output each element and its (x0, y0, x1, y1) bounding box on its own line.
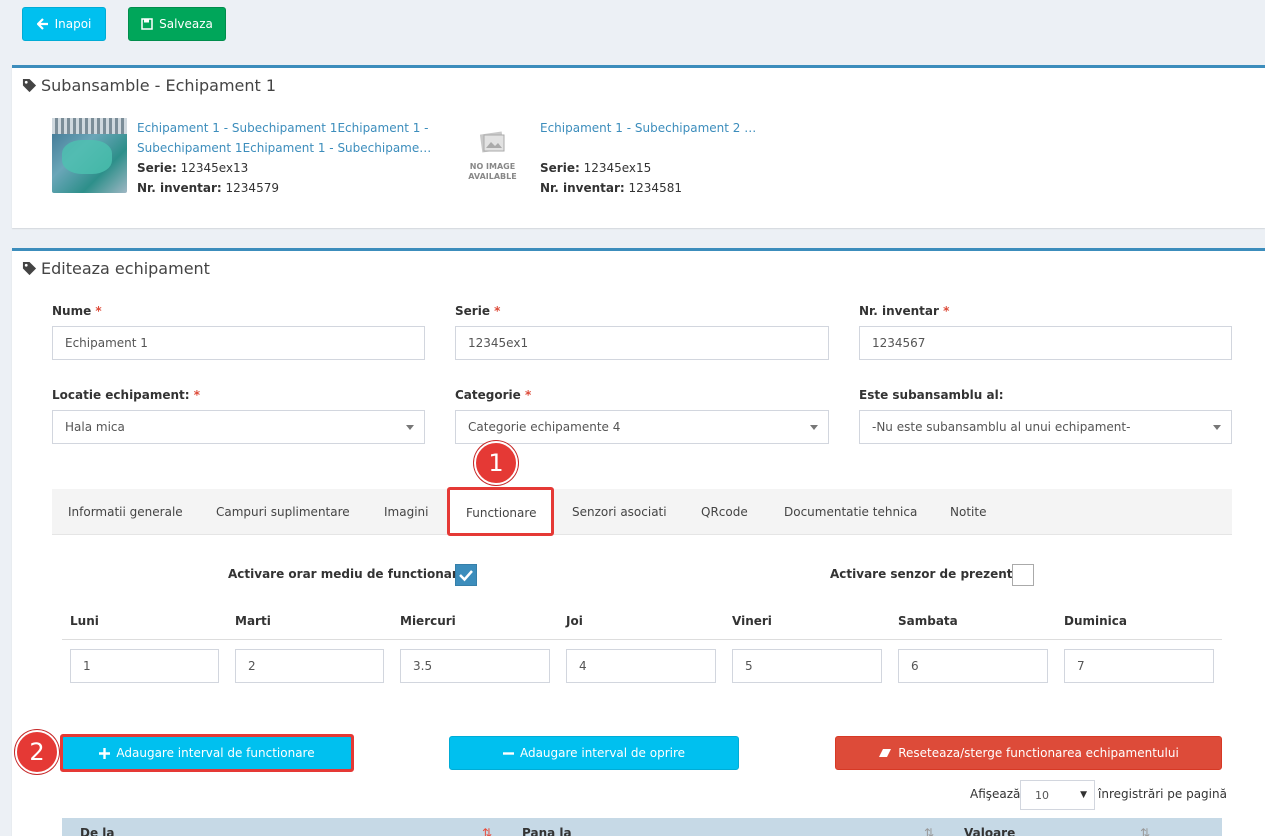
day-label-vineri: Vineri (732, 614, 772, 628)
senzor-checkbox[interactable] (1012, 564, 1034, 586)
subansamblu-select[interactable]: -Nu este subansamblu al unui echipament- (859, 410, 1232, 444)
subassemblies-title: Subansamble - Echipament 1 (22, 76, 276, 95)
tab-notite[interactable]: Notite (950, 489, 986, 535)
tag-icon (22, 78, 37, 93)
categorie-select[interactable]: Categorie echipamente 4 (455, 410, 829, 444)
per-page-label: înregistrări pe pagină (1098, 787, 1227, 801)
nume-input[interactable]: Echipament 1 (52, 326, 425, 360)
chevron-down-icon (810, 425, 818, 430)
back-button-label: Inapoi (54, 17, 92, 31)
chevron-down-icon (1213, 425, 1221, 430)
arrow-left-icon (36, 18, 48, 30)
eraser-icon (879, 749, 892, 757)
highlight-functionare-tab (447, 487, 554, 536)
inventar-label: Nr. inventar * (859, 304, 950, 318)
day-input-miercuri[interactable]: 3.5 (400, 649, 550, 683)
day-input-duminica[interactable]: 7 (1064, 649, 1214, 683)
orar-label: Activare orar mediu de functionare: (228, 567, 471, 581)
floppy-icon (141, 18, 153, 30)
orar-checkbox[interactable] (455, 564, 477, 586)
col-pana-la[interactable]: Pana la (522, 826, 572, 836)
subassembly-link-2[interactable]: Echipament 1 - Subechipament 2 … (540, 118, 756, 138)
day-input-sambata[interactable]: 6 (898, 649, 1048, 683)
day-label-luni: Luni (70, 614, 99, 628)
sort-icon[interactable]: ⇅ (482, 826, 492, 836)
highlight-add-interval (60, 734, 354, 772)
day-label-joi: Joi (566, 614, 583, 628)
day-input-vineri[interactable]: 5 (732, 649, 882, 683)
inventar-input[interactable]: 1234567 (859, 326, 1232, 360)
subassembly-serie-1: Serie: 12345ex13 (137, 161, 249, 175)
check-icon (459, 570, 473, 582)
image-icon (480, 131, 505, 153)
tab-qrcode[interactable]: QRcode (701, 489, 748, 535)
subassembly-thumbnail[interactable] (52, 118, 127, 193)
col-valoare[interactable]: Valoare (964, 826, 1015, 836)
subassembly-serie-2: Serie: 12345ex15 (540, 161, 652, 175)
no-image-placeholder[interactable]: NO IMAGE AVAILABLE (455, 118, 530, 193)
tab-informatii-generale[interactable]: Informatii generale (68, 489, 183, 535)
tab-senzori-asociati[interactable]: Senzori asociati (572, 489, 667, 535)
serie-input[interactable]: 12345ex1 (455, 326, 829, 360)
col-de-la[interactable]: De la (80, 826, 115, 836)
day-input-marti[interactable]: 2 (235, 649, 384, 683)
page-size-select[interactable]: 10 ▼ (1020, 780, 1095, 810)
nume-label: Nume * (52, 304, 102, 318)
annotation-badge-1: 1 (474, 441, 518, 485)
chevron-down-icon (406, 425, 414, 430)
senzor-label: Activare senzor de prezenta: (830, 567, 1026, 581)
locatie-label: Locatie echipament: * (52, 388, 201, 402)
sort-icon[interactable]: ⇅ (924, 826, 934, 836)
day-input-joi[interactable]: 4 (566, 649, 716, 683)
show-label: Afişează (970, 787, 1021, 801)
tag-icon (22, 261, 37, 276)
day-label-miercuri: Miercuri (400, 614, 456, 628)
save-button[interactable]: Salveaza (128, 7, 226, 41)
reset-functionare-button[interactable]: Reseteaza/sterge functionarea echipament… (835, 736, 1222, 770)
day-label-marti: Marti (235, 614, 271, 628)
caret-down-icon: ▼ (1080, 790, 1087, 800)
day-label-sambata: Sambata (898, 614, 958, 628)
locatie-select[interactable]: Hala mica (52, 410, 425, 444)
subassembly-link-1[interactable]: Echipament 1 - Subechipament 1Echipament… (137, 118, 447, 158)
categorie-label: Categorie * (455, 388, 532, 402)
day-label-duminica: Duminica (1064, 614, 1127, 628)
tab-bar: Informatii generale Campuri suplimentare… (52, 489, 1232, 536)
subassembly-inv-2: Nr. inventar: 1234581 (540, 181, 682, 195)
back-button[interactable]: Inapoi (22, 7, 106, 41)
tab-campuri-suplimentare[interactable]: Campuri suplimentare (216, 489, 350, 535)
serie-label: Serie * (455, 304, 501, 318)
sort-icon[interactable]: ⇅ (1140, 826, 1150, 836)
save-button-label: Salveaza (159, 17, 213, 31)
tab-imagini[interactable]: Imagini (384, 489, 428, 535)
subansamblu-label: Este subansamblu al: (859, 388, 1004, 402)
day-input-luni[interactable]: 1 (70, 649, 219, 683)
table-header (62, 818, 1222, 836)
subassembly-inv-1: Nr. inventar: 1234579 (137, 181, 279, 195)
add-stop-interval-button[interactable]: Adaugare interval de oprire (449, 736, 739, 770)
divider (62, 639, 1222, 640)
tab-documentatie-tehnica[interactable]: Documentatie tehnica (784, 489, 917, 535)
annotation-badge-2: 2 (15, 730, 59, 774)
edit-equipment-title: Editeaza echipament (22, 259, 210, 278)
minus-icon (502, 751, 514, 755)
